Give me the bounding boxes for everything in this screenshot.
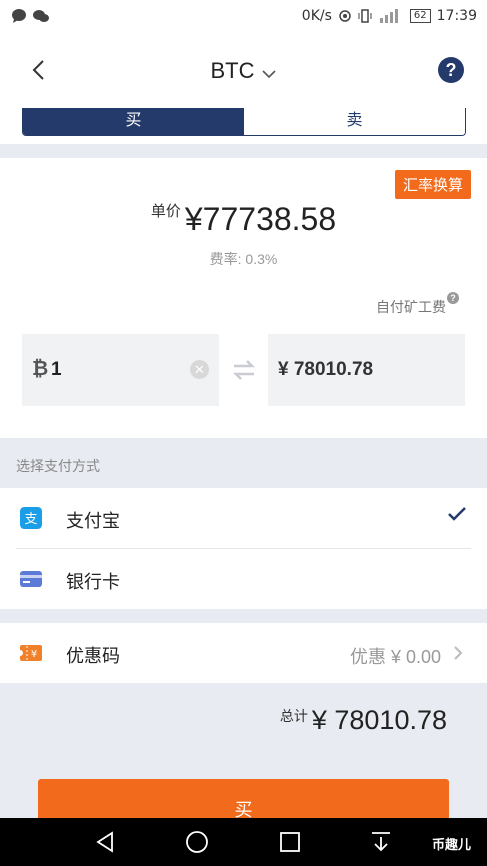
payment-section-header: 选择支付方式 (0, 438, 487, 488)
tab-buy[interactable]: 买 (23, 108, 244, 135)
chat-bubble-icon (12, 9, 26, 23)
cny-amount-value: ¥ 78010.78 (278, 359, 374, 380)
page-title: BTC (210, 58, 255, 83)
coupon-icon: ¥ (20, 645, 42, 661)
rate-convert-button[interactable]: 汇率换算 (394, 170, 471, 199)
btc-amount-input[interactable]: ₿ 1 ✕ (22, 334, 219, 406)
question-icon: ? (445, 60, 457, 80)
payment-option-bank-card[interactable]: 银行卡 (0, 549, 487, 609)
total-value: ¥ 78010.78 (311, 705, 447, 735)
trade-tabs: 买 卖 (22, 108, 466, 136)
miner-fee-help-icon[interactable]: ? (447, 292, 459, 304)
coupon-label: 优惠码 (66, 646, 120, 666)
bitcoin-icon: ₿ (32, 358, 49, 380)
hotspot-icon (339, 10, 351, 22)
cny-amount-input[interactable]: ¥ 78010.78 (268, 334, 465, 406)
order-summary: 总计 ¥ 78010.78 买 (0, 683, 487, 829)
coin-selector[interactable]: BTC (0, 58, 487, 85)
signal-icon (379, 9, 398, 23)
clear-icon[interactable]: ✕ (190, 360, 209, 379)
unit-price-label: 单价 (150, 203, 181, 220)
help-button[interactable]: ? (438, 57, 464, 83)
chevron-right-icon (454, 646, 463, 660)
app-header: BTC ? (0, 34, 487, 108)
status-bar: 0K/s 62 17:39 (0, 0, 487, 34)
tab-sell[interactable]: 卖 (244, 108, 465, 135)
btc-amount-value: 1 (51, 359, 62, 380)
payment-option-alipay[interactable]: 支 支付宝 (0, 488, 487, 548)
section-divider (0, 144, 487, 158)
swap-icon[interactable] (232, 358, 256, 382)
total-label: 总计 (279, 708, 308, 724)
watermark: 币趣儿 (431, 837, 471, 852)
nav-home-icon[interactable] (185, 830, 209, 854)
bank-card-icon (20, 571, 42, 587)
coupon-value: 优惠 ¥ 0.00 (349, 647, 441, 667)
wechat-icon (33, 10, 49, 22)
clock: 17:39 (436, 8, 477, 24)
miner-fee-label: 自付矿工费 (376, 299, 446, 315)
net-speed: 0K/s (301, 8, 332, 24)
total-amount: 总计 ¥ 78010.78 (280, 705, 447, 736)
battery-level: 62 (409, 9, 431, 23)
nav-recents-icon[interactable] (279, 831, 301, 853)
svg-text:¥: ¥ (31, 649, 37, 660)
coupon-row[interactable]: ¥ 优惠码 优惠 ¥ 0.00 (0, 623, 487, 683)
system-status: 0K/s 62 17:39 (302, 8, 477, 24)
unit-price-value: ¥77738.58 (184, 201, 337, 237)
chevron-down-icon (261, 70, 276, 79)
alipay-icon: 支 (20, 507, 42, 529)
notification-icons (10, 8, 50, 24)
unit-price: 单价 ¥77738.58 (0, 200, 487, 238)
alipay-label: 支付宝 (66, 511, 120, 531)
fee-rate: 费率: 0.3% (209, 251, 278, 267)
system-nav-bar: 币趣儿 (0, 818, 487, 866)
section-divider (0, 609, 487, 623)
payment-section-label: 选择支付方式 (16, 458, 100, 474)
nav-notifications-icon[interactable] (370, 830, 392, 854)
vibrate-icon (358, 9, 372, 23)
bank-card-label: 银行卡 (66, 572, 120, 592)
nav-back-icon[interactable] (94, 831, 116, 853)
checkmark-icon (448, 507, 466, 521)
svg-text:支: 支 (24, 512, 37, 527)
